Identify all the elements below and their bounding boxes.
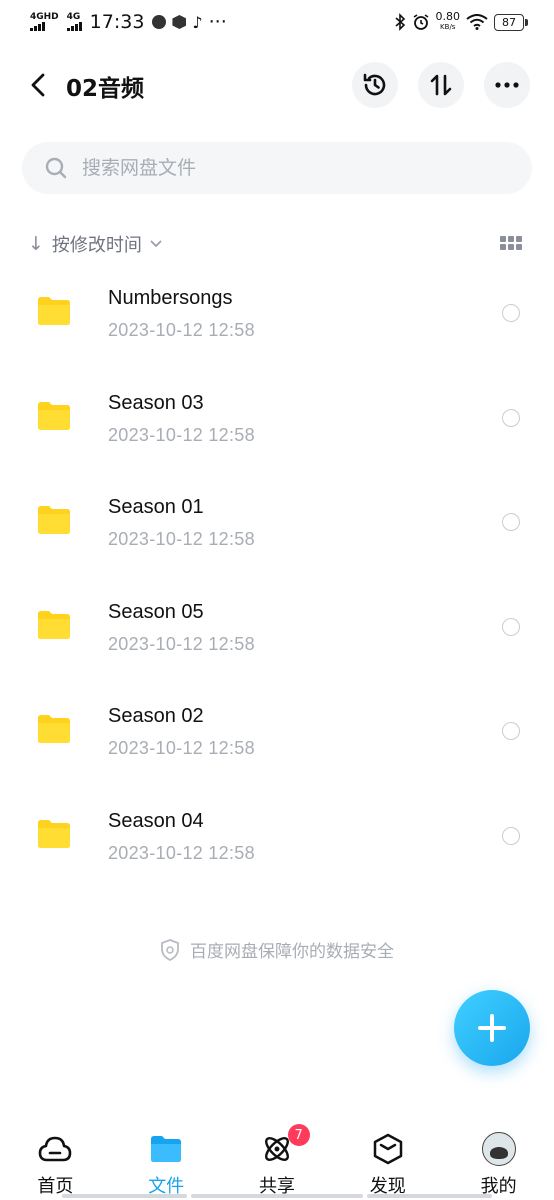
app-notification-hex-icon [172, 15, 187, 29]
sort-by-label[interactable]: 按修改时间 [52, 231, 142, 257]
transfer-button[interactable] [418, 62, 464, 108]
search-input[interactable] [82, 157, 482, 179]
chevron-down-icon[interactable] [150, 240, 162, 248]
folder-icon [38, 506, 70, 535]
history-button[interactable] [352, 62, 398, 108]
battery-level: 87 [494, 13, 524, 31]
folder-icon [38, 610, 70, 639]
grid-view-icon[interactable] [500, 236, 522, 252]
history-icon [363, 73, 386, 96]
page-title: 02音频 [66, 76, 145, 102]
network-speed-value: 0.80 [435, 10, 461, 23]
cloud-icon [38, 1132, 72, 1166]
cube-icon [371, 1132, 405, 1166]
security-note: 百度网盘保障你的数据安全 [0, 937, 554, 962]
avatar [481, 1132, 516, 1166]
network-speed: 0.80 KB/s [436, 11, 461, 33]
folder-row[interactable]: Season 02 2023-10-12 12:58 [0, 678, 554, 783]
folder-row[interactable]: Numbersongs 2023-10-12 12:58 [0, 260, 554, 365]
app-notification-icon [152, 15, 167, 29]
bottom-nav: 首页 文件 7 共享 发现 我的 [0, 1122, 554, 1200]
status-bar: 4GHD 4G 17:33 ♪ ··· 0.80 KB/s 87 [0, 0, 554, 44]
select-checkbox[interactable] [502, 408, 520, 427]
home-indicator-segment [62, 1194, 187, 1198]
signal-2-label: 4G [66, 12, 81, 22]
folder-row[interactable]: Season 05 2023-10-12 12:58 [0, 574, 554, 679]
folder-icon [38, 297, 70, 325]
battery-icon: 87 [494, 13, 528, 31]
folder-row[interactable]: Season 01 2023-10-12 12:58 [0, 469, 554, 574]
file-list: Numbersongs 2023-10-12 12:58 Season 03 2… [0, 260, 554, 888]
wifi-icon [466, 14, 488, 30]
more-dots-icon [495, 82, 519, 88]
folder-name: Numbersongs [108, 287, 233, 309]
folder-date: 2023-10-12 12:58 [108, 529, 255, 550]
top-app-bar: 02音频 [0, 62, 554, 108]
folder-row[interactable]: Season 04 2023-10-12 12:58 [0, 783, 554, 888]
select-checkbox[interactable] [502, 722, 520, 741]
sort-bar: ↓ 按修改时间 [28, 228, 524, 260]
shield-icon [161, 938, 179, 961]
more-options-button[interactable] [484, 62, 530, 108]
transfer-arrows-icon [430, 74, 452, 96]
clock: 17:33 [89, 11, 145, 33]
folder-name: Season 05 [108, 600, 204, 623]
folder-icon [38, 401, 70, 430]
folder-icon [149, 1132, 183, 1166]
status-left: 4GHD 4G 17:33 ♪ ··· [30, 11, 227, 33]
nav-files[interactable]: 文件 [111, 1122, 222, 1200]
select-checkbox[interactable] [502, 513, 520, 532]
sort-direction-icon[interactable]: ↓ [28, 233, 44, 255]
signal-1-label: 4GHD [30, 12, 59, 22]
nav-home[interactable]: 首页 [0, 1122, 111, 1200]
plus-icon [478, 1014, 506, 1042]
security-note-text: 百度网盘保障你的数据安全 [190, 942, 394, 962]
folder-icon [38, 715, 70, 744]
folder-date: 2023-10-12 12:58 [108, 320, 255, 340]
home-indicator-segment [367, 1194, 492, 1198]
search-icon [45, 157, 67, 179]
select-checkbox[interactable] [502, 826, 520, 845]
folder-date: 2023-10-12 12:58 [108, 424, 255, 445]
folder-name: Season 04 [108, 809, 204, 832]
nav-profile[interactable]: 我的 [443, 1122, 554, 1200]
folder-date: 2023-10-12 12:58 [108, 842, 255, 863]
folder-icon [38, 819, 70, 848]
share-badge: 7 [287, 1124, 310, 1146]
status-right: 0.80 KB/s 87 [394, 11, 528, 33]
folder-date: 2023-10-12 12:58 [108, 633, 255, 654]
avatar-wrapper [481, 1132, 516, 1166]
search-bar[interactable] [22, 142, 532, 194]
folder-name: Season 03 [108, 391, 204, 414]
alarm-icon [413, 14, 428, 30]
folder-row[interactable]: Season 03 2023-10-12 12:58 [0, 365, 554, 470]
add-button[interactable] [454, 990, 530, 1066]
nav-discover[interactable]: 发现 [332, 1122, 443, 1200]
tiktok-icon: ♪ [192, 12, 203, 32]
select-checkbox[interactable] [502, 304, 520, 322]
folder-name: Season 02 [108, 705, 204, 728]
network-speed-unit: KB/s [440, 23, 456, 31]
home-indicator-segment [191, 1194, 363, 1198]
select-checkbox[interactable] [502, 617, 520, 636]
bluetooth-icon [394, 13, 405, 31]
folder-date: 2023-10-12 12:58 [108, 738, 255, 759]
chevron-left-icon [31, 73, 45, 97]
nav-share[interactable]: 7 共享 [222, 1122, 333, 1200]
more-notifications: ··· [208, 11, 227, 33]
signal-1-icon: 4GHD [30, 13, 59, 31]
folder-name: Season 01 [108, 496, 204, 519]
signal-2-icon: 4G [66, 12, 82, 31]
back-button[interactable] [24, 70, 52, 100]
